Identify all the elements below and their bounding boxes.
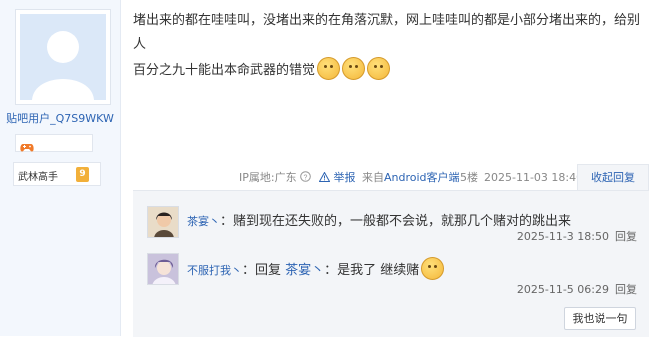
author-panel: 贴吧用户_Q7S9WKW 武林高手 9 bbox=[0, 0, 121, 336]
reply-text: 不服打我丶：回复 茶宴丶：是我了 继续赌 bbox=[187, 257, 445, 280]
post-time: 2025-11-03 18:40 bbox=[484, 171, 584, 184]
avatar[interactable] bbox=[15, 9, 111, 105]
list-item: 茶宴丶：赌到现在还失败的，一般都不会说，就那几个赌对的跳出来 2025-11-3… bbox=[147, 206, 637, 256]
grin-emoji-icon bbox=[367, 57, 391, 80]
source-client-link[interactable]: Android客户端 bbox=[384, 171, 460, 184]
rank-level-badge: 9 bbox=[76, 167, 89, 182]
reply-text: 茶宴丶：赌到现在还失败的，一般都不会说，就那几个赌对的跳出来 bbox=[187, 214, 572, 229]
post-text-line: 堵出来的都在哇哇叫，没堵出来的在角落沉默，网上哇哇叫的都是小部分堵出来的，给别人 bbox=[133, 13, 641, 52]
post-source: 来自Android客户端 bbox=[362, 171, 460, 184]
post-text-line: 百分之九十能出本命武器的错觉 bbox=[133, 63, 316, 78]
reply-meta: 2025-11-3 18:50 回复 bbox=[517, 228, 637, 244]
author-username[interactable]: 贴吧用户_Q7S9WKW bbox=[0, 110, 120, 126]
floor-number: 5楼 bbox=[460, 171, 478, 184]
reply-time: 2025-11-3 18:50 bbox=[516, 230, 609, 243]
reply-time: 2025-11-5 06:29 bbox=[516, 283, 609, 296]
avatar[interactable] bbox=[147, 206, 179, 238]
collapse-replies-button[interactable]: 收起回复 bbox=[577, 164, 649, 190]
list-item: 不服打我丶：回复 茶宴丶：是我了 继续赌 2025-11-5 06:29 回复 bbox=[147, 253, 637, 303]
post-content: 堵出来的都在哇哇叫，没堵出来的在角落沉默，网上哇哇叫的都是小部分堵出来的，给别人… bbox=[133, 9, 643, 83]
default-avatar-icon bbox=[20, 14, 106, 100]
avatar[interactable] bbox=[147, 253, 179, 285]
svg-text:?: ? bbox=[304, 174, 308, 181]
smile-emoji-icon bbox=[421, 257, 445, 280]
reply-meta: 2025-11-5 06:29 回复 bbox=[517, 281, 637, 297]
help-icon[interactable]: ? bbox=[300, 171, 311, 182]
badge-row bbox=[15, 134, 93, 152]
rank-title: 武林高手 bbox=[18, 172, 58, 183]
ip-location: IP属地:广东 ? bbox=[239, 170, 311, 186]
haha-emoji-icon bbox=[317, 57, 341, 80]
report-button[interactable]: 举报 bbox=[318, 170, 356, 186]
reply-username[interactable]: 不服打我丶 bbox=[187, 264, 242, 277]
reply-button[interactable]: 回复 bbox=[615, 230, 637, 243]
warning-icon bbox=[318, 171, 331, 182]
say-something-button[interactable]: 我也说一句 bbox=[564, 307, 636, 330]
smile-emoji-icon bbox=[342, 57, 366, 80]
reply-username[interactable]: 茶宴丶 bbox=[187, 215, 220, 228]
forum-rank[interactable]: 武林高手 9 bbox=[13, 162, 101, 186]
reply-target-username[interactable]: 茶宴丶 bbox=[285, 263, 324, 278]
gamepad-icon[interactable] bbox=[20, 138, 34, 157]
reply-button[interactable]: 回复 bbox=[615, 283, 637, 296]
